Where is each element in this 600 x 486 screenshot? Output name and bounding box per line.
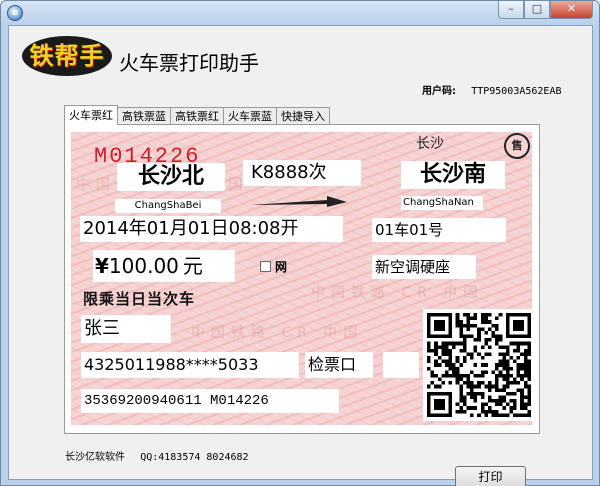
main-window: e – □ ✕ 铁帮手 火车票打印助手 用户码: TTP95003A562EAB… (0, 0, 600, 486)
price-unit: 元 (182, 254, 203, 278)
print-button[interactable]: 打印 (455, 466, 526, 486)
tab-highspeed-red[interactable]: 高铁票红 (170, 107, 224, 125)
ticket-preview: 中国铁路 CR 中国 中国铁路 CR 中国 中国铁路 CR 中国 M014226… (71, 132, 532, 425)
train-number-field[interactable]: K8888次 (243, 160, 361, 186)
tab-train-blue[interactable]: 火车票蓝 (223, 107, 277, 125)
tab-train-red[interactable]: 火车票红 (64, 105, 118, 125)
tab-panel: 中国铁路 CR 中国 中国铁路 CR 中国 中国铁路 CR 中国 M014226… (64, 124, 540, 434)
title-bar[interactable]: e – □ ✕ (1, 1, 599, 25)
tab-highspeed-blue[interactable]: 高铁票蓝 (117, 107, 171, 125)
user-code: 用户码: TTP95003A562EAB (422, 82, 562, 97)
sale-station: 长沙 (416, 136, 444, 152)
gate-label: 检票口 (305, 352, 373, 378)
online-ticket-checkbox[interactable]: 网 (260, 258, 287, 275)
logo-text: 铁帮手 (29, 41, 105, 70)
seat-type-field[interactable]: 新空调硬座 (372, 255, 476, 279)
direction-arrow-icon (251, 196, 347, 207)
datetime-field[interactable]: 2014年01月01日08:08开 (80, 216, 343, 242)
from-station-field[interactable]: 长沙北 (117, 163, 225, 191)
to-station-field[interactable]: 长沙南 (401, 161, 505, 189)
limit-notice: 限乘当日当次车 (83, 290, 196, 308)
yen-symbol: ¥ (95, 254, 109, 278)
seat-field[interactable]: 01车01号 (372, 218, 506, 242)
from-pinyin-field[interactable]: ChangShaBei (115, 199, 221, 213)
window-controls: – □ ✕ (498, 1, 593, 20)
price-field[interactable]: ¥100.00 元 (93, 250, 235, 282)
to-pinyin-field[interactable]: ChangShaNan (401, 196, 483, 210)
minimize-button[interactable]: – (498, 1, 524, 19)
sale-stamp-icon: 售 (504, 133, 530, 159)
passenger-name-field[interactable]: 张三 (81, 315, 171, 343)
company-qq: QQ:4183574 8024682 (140, 452, 249, 463)
checkbox-box[interactable] (260, 261, 271, 272)
logo: 铁帮手 (22, 36, 112, 76)
client-area: 铁帮手 火车票打印助手 用户码: TTP95003A562EAB 火车票红 高铁… (8, 25, 593, 486)
qr-code-icon (423, 309, 532, 421)
app-icon[interactable]: e (7, 5, 23, 21)
id-number-field[interactable]: 4325011988****5033 (81, 352, 299, 378)
app-title: 火车票打印助手 (119, 51, 259, 75)
watermark: 中国铁路 CR 中国 (191, 325, 364, 341)
tab-quick-import[interactable]: 快捷导入 (276, 107, 330, 125)
price-value: 100.00 (108, 254, 179, 278)
close-button[interactable]: ✕ (550, 1, 593, 19)
company-name: 长沙亿软软件 (65, 452, 125, 463)
serial-field[interactable]: 35369200940611 M014226 (81, 389, 339, 413)
online-label: 网 (275, 260, 288, 274)
maximize-button[interactable]: □ (524, 1, 550, 19)
user-code-value: TTP95003A562EAB (471, 86, 562, 97)
company-info: 长沙亿软软件 QQ:4183574 8024682 (65, 448, 249, 463)
user-code-label: 用户码: (422, 86, 456, 97)
watermark: 中国铁路 CR 中国 (311, 285, 484, 301)
gate-field[interactable] (383, 352, 419, 378)
ticket-tabs: 火车票红 高铁票蓝 高铁票红 火车票蓝 快捷导入 (64, 105, 330, 125)
